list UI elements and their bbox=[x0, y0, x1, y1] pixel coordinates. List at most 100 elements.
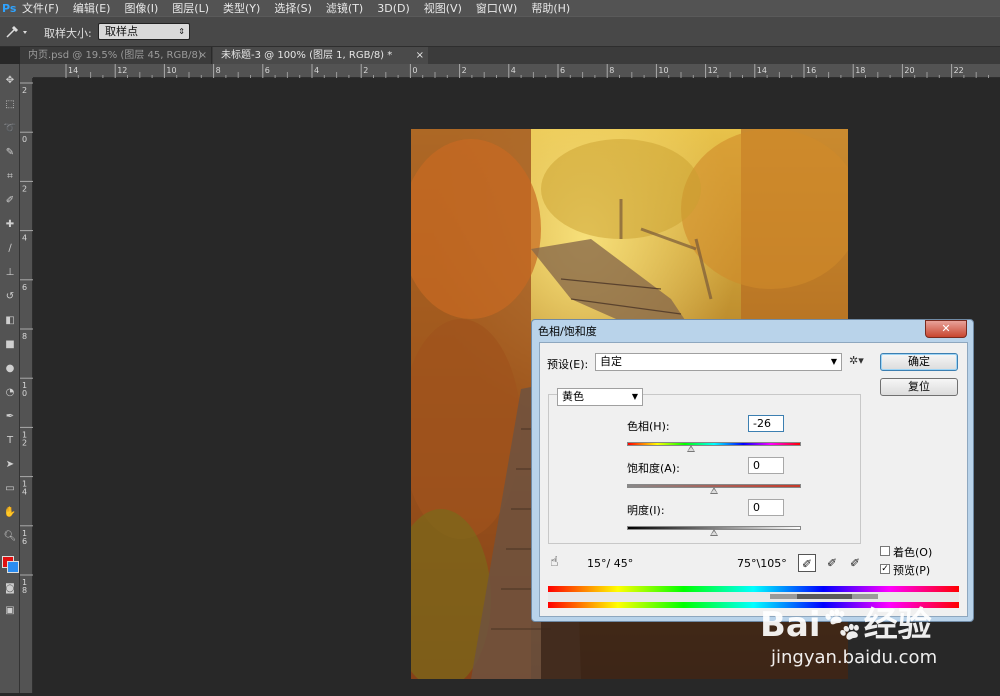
reset-button[interactable]: 复位 bbox=[880, 378, 958, 396]
ruler-label: 0 bbox=[22, 389, 27, 398]
menu-3d[interactable]: 3D(D) bbox=[371, 2, 418, 15]
pen-tool-icon[interactable]: ✒ bbox=[3, 410, 17, 424]
sample-size-select[interactable]: 取样点 ⇕ bbox=[98, 23, 190, 40]
ruler-label: 8 bbox=[22, 586, 27, 595]
vertical-ruler: 2024681012141618 bbox=[20, 78, 33, 693]
close-icon[interactable]: × bbox=[199, 47, 207, 64]
ruler-label: 14 bbox=[757, 66, 767, 75]
type-tool-icon[interactable]: T bbox=[3, 434, 17, 448]
watermark-brand: Bai bbox=[760, 605, 821, 645]
ruler-label: 6 bbox=[22, 283, 27, 292]
sample-size-label: 取样大小: bbox=[44, 27, 92, 40]
menu-edit[interactable]: 编辑(E) bbox=[67, 0, 119, 16]
eraser-tool-icon[interactable]: ◧ bbox=[3, 314, 17, 328]
hand-tool-icon[interactable]: ✋ bbox=[3, 506, 17, 520]
ruler-ticks: 14 12 10 8 6 4 2 0 2 4 6 8 10 12 14 16 18 20 22 bbox=[65, 64, 989, 78]
saturation-label: 饱和度(A): bbox=[627, 462, 680, 475]
preset-select[interactable]: 自定 ▼ bbox=[595, 353, 842, 371]
menu-select[interactable]: 选择(S) bbox=[268, 0, 320, 16]
dropdown-arrow-icon: ▼ bbox=[830, 357, 837, 366]
menu-image[interactable]: 图像(I) bbox=[118, 0, 166, 16]
options-bar: 取样大小: 取样点 ⇕ bbox=[0, 16, 1000, 47]
menu-window[interactable]: 窗口(W) bbox=[470, 0, 525, 16]
saturation-slider-thumb[interactable] bbox=[710, 487, 718, 494]
zoom-tool-icon[interactable]: 🔍︎ bbox=[3, 530, 17, 544]
brush-tool-icon[interactable]: ∕ bbox=[3, 242, 17, 256]
close-button[interactable]: ✕ bbox=[925, 320, 967, 338]
clone-stamp-icon[interactable]: ⊥ bbox=[3, 266, 17, 280]
range-left-degrees: 15°/ 45° bbox=[587, 557, 634, 570]
menu-layer[interactable]: 图层(L) bbox=[166, 0, 217, 16]
blur-tool-icon[interactable]: ● bbox=[3, 362, 17, 376]
ruler-label: 14 bbox=[68, 66, 78, 75]
tab-label: 未标题-3 @ 100% (图层 1, RGB/8) * bbox=[221, 50, 393, 61]
hue-saturation-dialog: 色相/饱和度 ✕ 预设(E): 自定 ▼ ✲▾ 确定 复位 黄色 ▼ 色相(H)… bbox=[531, 319, 974, 622]
preview-checkbox[interactable]: ✓ bbox=[880, 564, 890, 574]
menu-type[interactable]: 类型(Y) bbox=[217, 0, 268, 16]
lightness-input[interactable]: 0 bbox=[748, 499, 784, 516]
saturation-input[interactable]: 0 bbox=[748, 457, 784, 474]
path-select-icon[interactable]: ➤ bbox=[3, 458, 17, 472]
menu-filter[interactable]: 滤镜(T) bbox=[320, 0, 371, 16]
eyedropper-tool-preset[interactable] bbox=[4, 24, 30, 40]
watermark-url: jingyan.baidu.com bbox=[771, 647, 938, 668]
marquee-tool-icon[interactable]: ⬚ bbox=[3, 98, 17, 112]
dodge-tool-icon[interactable]: ◔ bbox=[3, 386, 17, 400]
hue-input[interactable]: -26 bbox=[748, 415, 784, 432]
quick-mask-icon[interactable]: ◙ bbox=[3, 582, 17, 596]
ruler-label: 10 bbox=[166, 66, 176, 75]
tab-document-1[interactable]: 内页.psd @ 19.5% (图层 45, RGB/8) × bbox=[20, 47, 212, 64]
ruler-label: 12 bbox=[708, 66, 718, 75]
hue-slider-track[interactable] bbox=[627, 442, 801, 446]
ruler-label: 8 bbox=[22, 332, 27, 341]
healing-brush-icon[interactable]: ✚ bbox=[3, 218, 17, 232]
close-icon[interactable]: × bbox=[416, 47, 424, 64]
ruler-label: 20 bbox=[904, 66, 914, 75]
hue-label: 色相(H): bbox=[627, 420, 670, 433]
ruler-label: 12 bbox=[117, 66, 127, 75]
range-right-degrees: 75°\105° bbox=[737, 557, 787, 570]
ruler-label: 8 bbox=[216, 66, 221, 75]
shape-tool-icon[interactable]: ▭ bbox=[3, 482, 17, 496]
eyedropper-subtract-icon[interactable]: ✐ bbox=[846, 554, 864, 572]
preset-options-gear-icon[interactable]: ✲▾ bbox=[849, 354, 864, 367]
channel-select[interactable]: 黄色 ▼ bbox=[557, 388, 643, 406]
move-tool-icon[interactable]: ✥ bbox=[3, 74, 17, 88]
channel-value: 黄色 bbox=[562, 390, 584, 403]
ruler-label: 6 bbox=[265, 66, 270, 75]
ruler-label: 8 bbox=[609, 66, 614, 75]
ok-button[interactable]: 确定 bbox=[880, 353, 958, 371]
ruler-label: 2 bbox=[363, 66, 368, 75]
ruler-label: 10 bbox=[658, 66, 668, 75]
ruler-label: 6 bbox=[560, 66, 565, 75]
screen-mode-icon[interactable]: ▣ bbox=[3, 604, 17, 618]
tab-document-2[interactable]: 未标题-3 @ 100% (图层 1, RGB/8) * × bbox=[213, 47, 428, 64]
tab-label: 内页.psd @ 19.5% (图层 45, RGB/8) bbox=[28, 50, 202, 61]
history-brush-icon[interactable]: ↺ bbox=[3, 290, 17, 304]
horizontal-ruler: 14 12 10 8 6 4 2 0 2 4 6 8 10 12 14 16 18 20 22 bbox=[33, 64, 1000, 78]
menu-help[interactable]: 帮助(H) bbox=[525, 0, 578, 16]
ruler-label: 4 bbox=[22, 234, 27, 243]
gradient-tool-icon[interactable]: ■ bbox=[3, 338, 17, 352]
on-image-adjust-hand-icon[interactable]: ☝ bbox=[550, 554, 559, 570]
eyedropper-tool-icon[interactable]: ✐ bbox=[3, 194, 17, 208]
eyedropper-icon[interactable]: ✐ bbox=[798, 554, 816, 572]
lightness-slider-thumb[interactable] bbox=[710, 529, 718, 536]
menu-file[interactable]: 文件(F) bbox=[16, 0, 67, 16]
hue-slider-thumb[interactable] bbox=[687, 445, 696, 452]
lightness-label: 明度(I): bbox=[627, 504, 665, 517]
crop-tool-icon[interactable]: ⌗ bbox=[3, 170, 17, 184]
background-color-swatch[interactable] bbox=[7, 561, 19, 573]
app-icon: Ps bbox=[2, 1, 17, 15]
ruler-label: 6 bbox=[22, 537, 27, 546]
ruler-label: 4 bbox=[511, 66, 516, 75]
colorize-checkbox[interactable] bbox=[880, 546, 890, 556]
menu-view[interactable]: 视图(V) bbox=[418, 0, 470, 16]
preset-label: 预设(E): bbox=[547, 358, 589, 371]
menu-bar: Ps 文件(F) 编辑(E) 图像(I) 图层(L) 类型(Y) 选择(S) 滤… bbox=[0, 0, 1000, 16]
eyedropper-add-icon[interactable]: ✐ bbox=[823, 554, 841, 572]
ruler-label: 22 bbox=[954, 66, 964, 75]
lasso-tool-icon[interactable]: ➰ bbox=[3, 122, 17, 136]
quick-select-tool-icon[interactable]: ✎ bbox=[3, 146, 17, 160]
dialog-body: 预设(E): 自定 ▼ ✲▾ 确定 复位 黄色 ▼ 色相(H): -26 饱和度… bbox=[539, 342, 968, 617]
